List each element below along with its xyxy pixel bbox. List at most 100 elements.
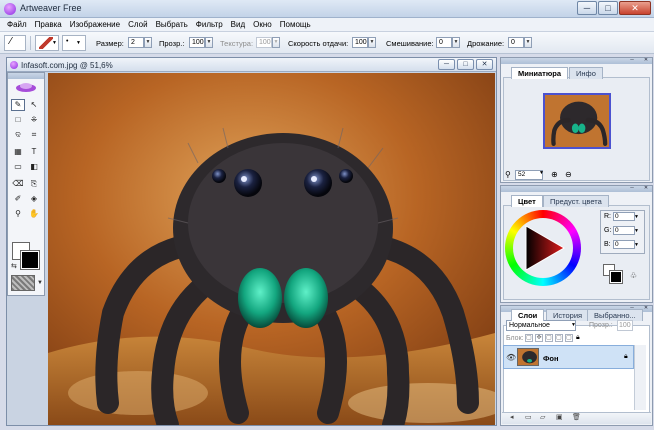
r-spinner[interactable]: ▼: [634, 214, 639, 220]
rect-select-tool[interactable]: □: [11, 114, 25, 126]
layer-lock-icon: 🔒︎: [624, 353, 628, 360]
menu-layer[interactable]: Слой: [124, 20, 151, 29]
fill-tool[interactable]: ◈: [27, 193, 41, 205]
new-group-icon[interactable]: ▭: [525, 413, 532, 421]
crop-tool[interactable]: ⌗: [27, 129, 41, 141]
size-input[interactable]: 2: [128, 37, 144, 48]
lock-all-icon[interactable]: ▢: [555, 334, 563, 342]
new-layer-icon[interactable]: ▣: [556, 413, 563, 421]
tools-panel-header[interactable]: [8, 73, 44, 79]
clone-tool[interactable]: ⎘: [27, 178, 41, 190]
artweaver-logo: [12, 82, 40, 92]
texture-input[interactable]: 100: [256, 37, 272, 48]
lasso-tool[interactable]: ଦ: [11, 129, 25, 141]
b-spinner[interactable]: ▼: [634, 242, 639, 248]
texture-label: Текстура:: [220, 39, 254, 48]
tab-color[interactable]: Цвет: [511, 195, 543, 207]
panel-close-icon[interactable]: ✕: [642, 57, 650, 63]
layers-scrollbar[interactable]: [634, 345, 646, 410]
panel-minimize-icon[interactable]: ─: [628, 57, 636, 63]
tab-color-presets[interactable]: Предуст. цвета: [543, 195, 609, 207]
lock-move-icon[interactable]: ✥: [535, 334, 543, 342]
eyedropper-tool[interactable]: ✐: [11, 193, 25, 205]
jitter-input[interactable]: 0: [508, 37, 524, 48]
b-input[interactable]: 0: [613, 240, 635, 249]
tab-info[interactable]: Инфо: [569, 67, 603, 79]
move-tool[interactable]: ↖: [27, 99, 41, 111]
opacity-spinner[interactable]: ▼: [205, 37, 213, 48]
texture-spinner[interactable]: ▼: [272, 37, 280, 48]
panel-close-icon[interactable]: ✕: [642, 185, 650, 191]
g-input[interactable]: 0: [613, 226, 635, 235]
r-input[interactable]: 0: [613, 212, 635, 221]
close-button[interactable]: ✕: [619, 1, 651, 15]
lock-icon[interactable]: 🔒︎: [576, 334, 580, 342]
brush-tool-button[interactable]: [4, 35, 26, 51]
layer-opacity-input[interactable]: 100: [617, 320, 633, 331]
brush-tool[interactable]: ✎: [11, 99, 25, 111]
tab-layers[interactable]: Слои: [511, 309, 545, 321]
gradient-tool[interactable]: ◧: [27, 161, 41, 173]
menu-edit[interactable]: Правка: [31, 20, 66, 29]
menu-select[interactable]: Выбрать: [152, 20, 192, 29]
layer-effects-icon[interactable]: ◂: [510, 413, 514, 421]
maximize-button[interactable]: □: [598, 1, 618, 15]
minimize-button[interactable]: ─: [577, 1, 597, 15]
g-spinner[interactable]: ▼: [634, 228, 639, 234]
navigator-thumbnail[interactable]: [543, 93, 611, 149]
shape-tool[interactable]: ▭: [11, 161, 25, 173]
b-label: B:: [604, 241, 611, 248]
menu-help[interactable]: Помощь: [276, 20, 315, 29]
zoom-fit-icon[interactable]: ⊖: [565, 170, 572, 179]
doc-close-button[interactable]: ✕: [476, 59, 493, 70]
chevron-down-icon[interactable]: ▼: [571, 322, 576, 328]
swap-colors-icon[interactable]: ⇆: [11, 262, 17, 270]
new-folder-icon[interactable]: ▱: [540, 413, 545, 421]
chevron-down-icon[interactable]: ▼: [37, 280, 43, 286]
app-icon: [4, 3, 16, 15]
lock-paint-icon[interactable]: ▢: [545, 334, 553, 342]
menu-image[interactable]: Изображение: [66, 20, 124, 29]
lock-transparency-icon[interactable]: ▢: [525, 334, 533, 342]
tab-navigator[interactable]: Миниатюра: [511, 67, 569, 79]
doc-maximize-button[interactable]: □: [457, 59, 474, 70]
tab-selection[interactable]: Выбранно...: [587, 309, 643, 321]
hand-tool[interactable]: ✋: [27, 208, 41, 220]
size-spinner[interactable]: ▼: [144, 37, 152, 48]
opacity-input[interactable]: 100: [189, 37, 205, 48]
foreground-color-mini[interactable]: [609, 270, 623, 284]
panel-minimize-icon[interactable]: ─: [628, 185, 636, 191]
menu-view[interactable]: Вид: [227, 20, 249, 29]
zoom-tool[interactable]: ⚲: [11, 208, 25, 220]
jitter-spinner[interactable]: ▼: [524, 37, 532, 48]
panel-close-icon[interactable]: ✕: [642, 305, 650, 311]
zoom-in-icon[interactable]: ⊕: [551, 170, 558, 179]
zoom-out-icon[interactable]: ⚲: [505, 170, 511, 179]
pattern-swatch[interactable]: [11, 275, 35, 291]
layer-opacity-label: Прозр.:: [589, 322, 613, 329]
speed-spinner[interactable]: ▼: [368, 37, 376, 48]
chevron-down-icon[interactable]: ▼: [539, 170, 544, 176]
blend-input[interactable]: 0: [436, 37, 452, 48]
magic-wand-tool[interactable]: ⁜: [27, 114, 41, 126]
color-triangle[interactable]: [520, 224, 566, 274]
doc-minimize-button[interactable]: ─: [438, 59, 455, 70]
eraser-tool[interactable]: ⌫: [11, 178, 25, 190]
image-canvas[interactable]: [48, 73, 495, 425]
blend-spinner[interactable]: ▼: [452, 37, 460, 48]
foreground-color-swatch[interactable]: [20, 250, 40, 270]
blend-mode-select[interactable]: Нормальное: [506, 320, 576, 331]
document-icon: [10, 61, 18, 69]
chevron-down-icon: ▼: [52, 40, 57, 46]
menu-window[interactable]: Окно: [249, 20, 276, 29]
menu-bar: Файл Правка Изображение Слой Выбрать Фил…: [0, 18, 654, 32]
speed-input[interactable]: 100: [352, 37, 368, 48]
perspective-tool[interactable]: ▦: [11, 146, 25, 158]
menu-file[interactable]: Файл: [3, 20, 31, 29]
delete-layer-icon[interactable]: 🗑︎: [572, 413, 581, 421]
eyedropper-icon[interactable]: ♧: [630, 271, 637, 280]
eye-icon[interactable]: 👁︎: [506, 353, 516, 362]
text-tool[interactable]: T: [27, 146, 41, 158]
menu-filter[interactable]: Фильтр: [192, 20, 227, 29]
lock-position-icon[interactable]: ▢: [565, 334, 573, 342]
